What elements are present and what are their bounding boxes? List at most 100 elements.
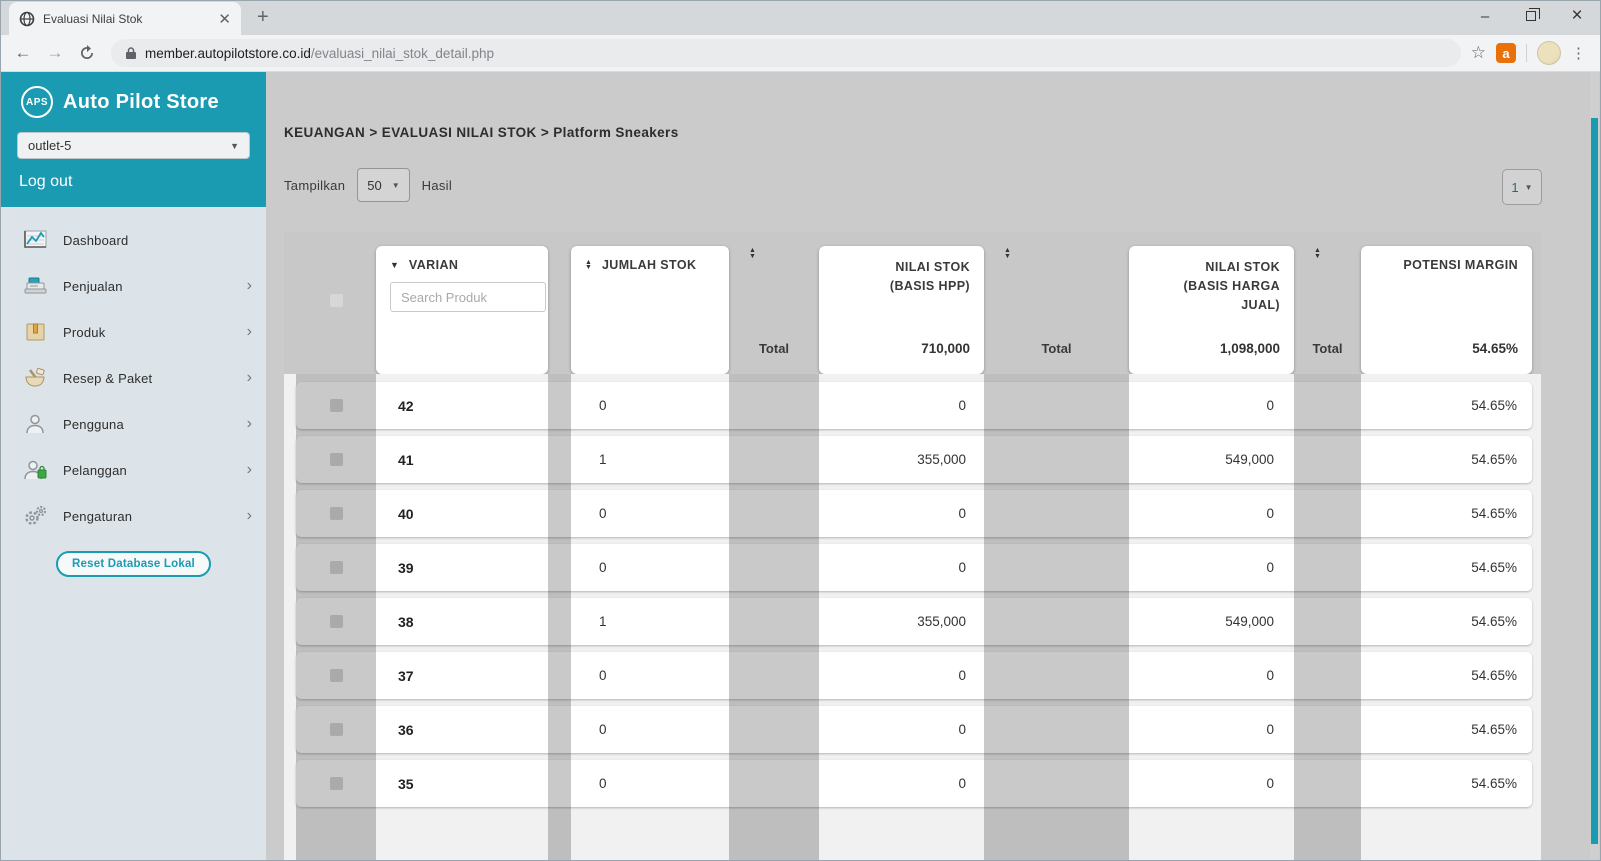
logout-link[interactable]: Log out [19,173,254,191]
cell-potensi-margin: 54.65% [1361,722,1532,737]
sort-both-icon[interactable]: ▲▼ [749,248,819,259]
new-tab-button[interactable]: + [257,6,269,29]
cell-jumlah-stok: 0 [571,722,729,737]
cell-varian: 40 [376,506,548,522]
sidebar-item-label: Pengaturan [63,509,132,524]
sidebar-menu: Dashboard Penjualan › [1,207,266,860]
reset-database-button[interactable]: Reset Database Lokal [56,551,211,577]
total-label: Total [984,341,1129,356]
row-checkbox[interactable] [330,561,343,574]
url-text: member.autopilotstore.co.id/evaluasi_nil… [145,46,494,61]
column-potensi-margin-label: POTENSI MARGIN [1375,258,1518,272]
cell-nilai-stok-hpp: 0 [819,668,984,683]
tab-title: Evaluasi Nilai Stok [43,12,210,26]
sidebar-item-label: Dashboard [63,233,128,248]
customer-bag-icon [23,458,49,482]
bookmark-star-icon[interactable]: ☆ [1471,43,1486,63]
user-icon [23,412,49,436]
row-checkbox[interactable] [330,669,343,682]
gutter [548,246,571,374]
scrollbar-thumb[interactable] [1591,118,1598,844]
sort-both-icon[interactable]: ▲▼ [1314,248,1361,259]
sidebar-item-label: Pelanggan [63,463,127,478]
sidebar-item-resep-paket[interactable]: Resep & Paket › [1,355,266,401]
sidebar-item-dashboard[interactable]: Dashboard [1,217,266,263]
cell-nilai-stok-jual: 549,000 [1129,614,1294,629]
forward-icon[interactable]: → [41,39,69,67]
chevron-right-icon: › [247,370,252,386]
cell-varian: 35 [376,776,548,792]
row-checkbox[interactable] [330,615,343,628]
cell-varian: 41 [376,452,548,468]
cash-register-icon [23,274,49,298]
table-row[interactable]: 40 0 0 0 54.65% [296,490,1532,537]
row-checkbox[interactable] [330,777,343,790]
breadcrumb-keuangan[interactable]: KEUANGAN [284,125,365,140]
page-number-value: 1 [1511,180,1518,195]
sort-both-icon[interactable]: ▲▼ [1004,248,1129,259]
chevron-down-icon: ▼ [230,141,239,151]
profile-avatar[interactable] [1537,41,1561,65]
browser-tab[interactable]: Evaluasi Nilai Stok ✕ [9,2,241,35]
page-number-select[interactable]: 1 ▼ [1502,169,1542,205]
cell-nilai-stok-jual: 549,000 [1129,452,1294,467]
row-checkbox[interactable] [330,453,343,466]
sort-desc-icon[interactable]: ▼ [390,261,399,270]
chevron-right-icon: › [247,508,252,524]
restore-button[interactable] [1508,1,1554,31]
row-checkbox[interactable] [330,723,343,736]
sidebar-item-pelanggan[interactable]: Pelanggan › [1,447,266,493]
page-scrollbar[interactable] [1590,72,1599,860]
extension-icon[interactable]: a [1496,43,1516,63]
column-varian: ▼ VARIAN [376,246,548,374]
table-body: 42 0 0 0 54.65% 41 1 355,000 549,000 54.… [284,374,1541,860]
cell-nilai-stok-jual: 0 [1129,506,1294,521]
sidebar-item-penjualan[interactable]: Penjualan › [1,263,266,309]
sidebar-item-label: Produk [63,325,105,340]
chevron-down-icon: ▼ [1525,183,1533,192]
sort-both-icon[interactable]: ▲▼ [585,260,592,271]
total-label: Total [1294,341,1361,356]
row-checkbox[interactable] [330,399,343,412]
recipe-mortar-icon [23,366,49,390]
sidebar-item-label: Resep & Paket [63,371,152,386]
table-row[interactable]: 36 0 0 0 54.65% [296,706,1532,753]
minimize-button[interactable]: – [1462,1,1508,31]
cell-nilai-stok-hpp: 0 [819,506,984,521]
cell-jumlah-stok: 0 [571,506,729,521]
tab-close-icon[interactable]: ✕ [218,10,231,28]
browser-toolbar: ← → member.autopilotstore.co.id/evaluasi… [1,35,1600,72]
search-produk-input[interactable] [390,282,546,312]
url-bar[interactable]: member.autopilotstore.co.id/evaluasi_nil… [111,39,1461,67]
sidebar-item-pengaturan[interactable]: Pengaturan › [1,493,266,539]
select-all-checkbox[interactable] [330,294,343,307]
row-checkbox[interactable] [330,507,343,520]
chevron-down-icon: ▼ [392,181,400,190]
cell-varian: 39 [376,560,548,576]
total-margin-value: 54.65% [1375,341,1518,356]
outlet-selector[interactable]: outlet-5 ▼ [17,132,250,159]
menu-kebab-icon[interactable]: ⋮ [1571,44,1586,62]
breadcrumb-separator: > [537,125,554,140]
table-row[interactable]: 38 1 355,000 549,000 54.65% [296,598,1532,645]
table-row[interactable]: 42 0 0 0 54.65% [296,382,1532,429]
cell-jumlah-stok: 1 [571,614,729,629]
sidebar-item-pengguna[interactable]: Pengguna › [1,401,266,447]
url-host: member.autopilotstore.co.id [145,46,311,61]
reload-icon[interactable] [73,39,101,67]
chevron-right-icon: › [247,324,252,340]
breadcrumb-evaluasi-nilai-stok[interactable]: EVALUASI NILAI STOK [382,125,537,140]
chevron-right-icon: › [247,278,252,294]
close-button[interactable]: × [1554,1,1600,31]
table-row[interactable]: 39 0 0 0 54.65% [296,544,1532,591]
sidebar-item-produk[interactable]: Produk › [1,309,266,355]
breadcrumb-separator: > [365,125,382,140]
table-row[interactable]: 37 0 0 0 54.65% [296,652,1532,699]
table-row[interactable]: 41 1 355,000 549,000 54.65% [296,436,1532,483]
cell-jumlah-stok: 0 [571,560,729,575]
back-icon[interactable]: ← [9,39,37,67]
chevron-right-icon: › [247,416,252,432]
table-row[interactable]: 35 0 0 0 54.65% [296,760,1532,807]
page-size-select[interactable]: 50 ▼ [357,168,409,202]
column-hpp-label-line1: NILAI STOK [895,260,970,274]
